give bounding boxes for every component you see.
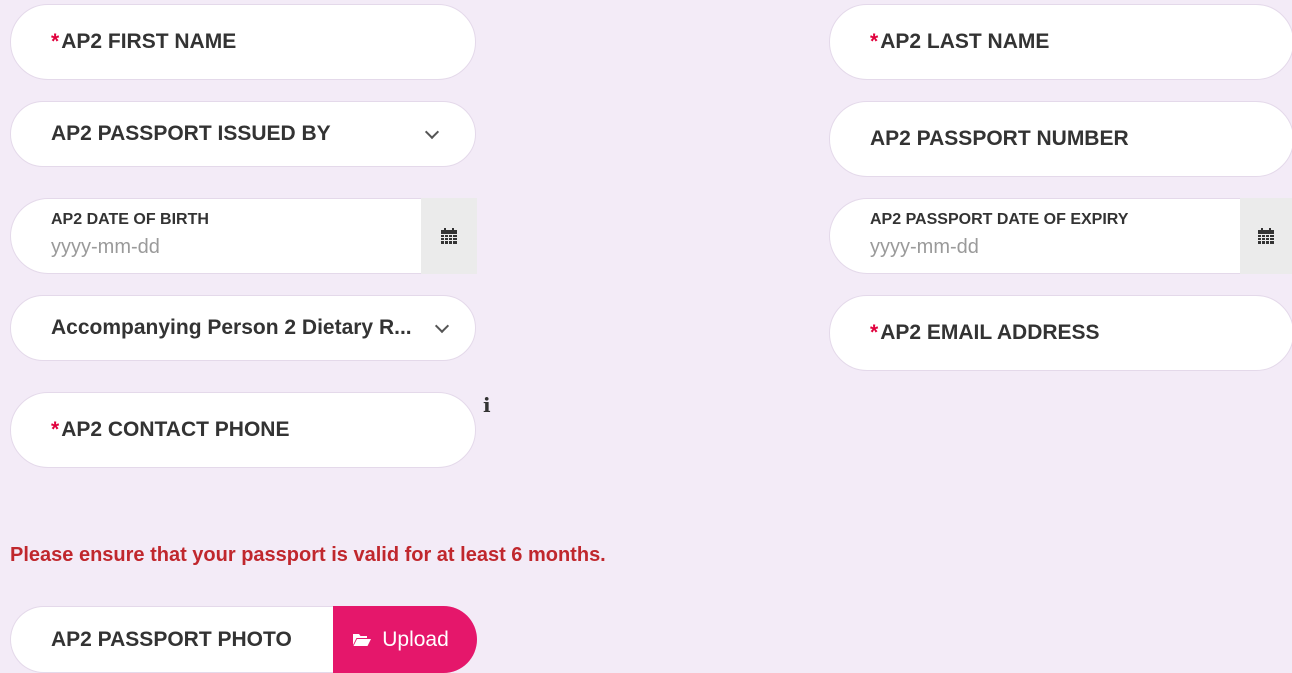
date-of-birth-placeholder: yyyy-mm-dd [51, 236, 160, 258]
passport-expiry-field[interactable]: AP2 PASSPORT DATE OF EXPIRY yyyy-mm-dd [829, 198, 1240, 274]
dietary-requirements-select[interactable]: Accompanying Person 2 Dietary R... [10, 295, 476, 361]
date-of-birth-calendar-button[interactable] [421, 198, 477, 274]
passport-issued-by-select[interactable]: AP2 PASSPORT ISSUED BY [10, 101, 476, 167]
required-mark: * [51, 30, 60, 53]
required-mark: * [51, 418, 60, 441]
last-name-label: AP2 LAST NAME [880, 30, 1050, 53]
email-field[interactable]: * AP2 EMAIL ADDRESS [829, 295, 1292, 371]
last-name-field[interactable]: * AP2 LAST NAME [829, 4, 1292, 80]
passport-issued-by-label: AP2 PASSPORT ISSUED BY [51, 122, 331, 145]
folder-open-icon [353, 633, 372, 647]
passport-expiry-calendar-button[interactable] [1240, 198, 1292, 274]
calendar-icon [1258, 228, 1274, 244]
passport-number-field[interactable]: AP2 PASSPORT NUMBER [829, 101, 1292, 177]
passport-number-label: AP2 PASSPORT NUMBER [870, 127, 1129, 150]
dietary-requirements-label: Accompanying Person 2 Dietary R... [51, 316, 412, 339]
first-name-label: AP2 FIRST NAME [61, 30, 237, 53]
required-mark: * [870, 321, 879, 344]
contact-phone-field[interactable]: * AP2 CONTACT PHONE [10, 392, 476, 468]
contact-phone-label: AP2 CONTACT PHONE [61, 418, 290, 441]
passport-photo-label: AP2 PASSPORT PHOTO [51, 627, 292, 651]
email-label: AP2 EMAIL ADDRESS [880, 321, 1100, 344]
passport-expiry-label: AP2 PASSPORT DATE OF EXPIRY [870, 211, 1129, 228]
first-name-field[interactable]: * AP2 FIRST NAME [10, 4, 476, 80]
upload-button-label: Upload [382, 627, 449, 651]
info-icon[interactable]: i [483, 393, 491, 417]
chevron-down-icon [424, 124, 440, 140]
calendar-icon [441, 228, 457, 244]
date-of-birth-label: AP2 DATE OF BIRTH [51, 211, 209, 228]
upload-button[interactable]: Upload [333, 606, 477, 673]
chevron-down-icon [434, 318, 450, 334]
required-mark: * [870, 30, 879, 53]
passport-validity-notice: Please ensure that your passport is vali… [10, 544, 606, 566]
date-of-birth-field[interactable]: AP2 DATE OF BIRTH yyyy-mm-dd [10, 198, 421, 274]
passport-expiry-placeholder: yyyy-mm-dd [870, 236, 979, 258]
